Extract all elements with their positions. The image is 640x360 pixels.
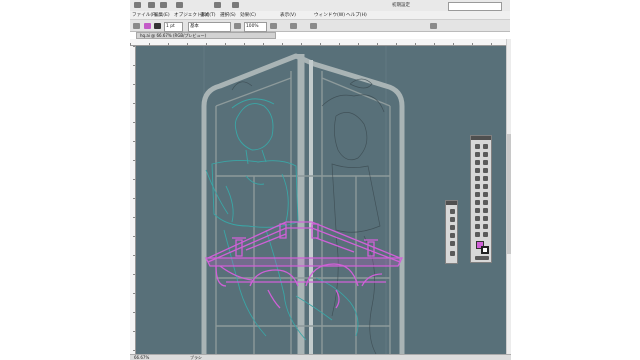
perspective-grid-tool-icon[interactable] xyxy=(483,208,488,213)
blob-brush-tool-icon[interactable] xyxy=(475,184,480,189)
brushes-panel xyxy=(445,200,458,264)
menu-view[interactable]: 表示(V) xyxy=(280,12,296,18)
document-tab[interactable]: hq.ai @ 66.67% (RGB/プレビュー) xyxy=(136,32,276,39)
screen-mode-button-icon[interactable] xyxy=(475,256,489,260)
dark-sketch xyxy=(231,78,385,354)
search-input[interactable] xyxy=(448,2,502,11)
zoom-level[interactable]: 66.67% xyxy=(134,355,149,360)
layout-icon[interactable] xyxy=(232,2,239,8)
hand-tool-icon[interactable] xyxy=(475,232,480,237)
grid-icon[interactable] xyxy=(214,2,221,8)
layers-icon[interactable] xyxy=(450,251,455,256)
ai-logo-icon xyxy=(134,2,141,8)
menu-type[interactable]: 書式(T) xyxy=(200,12,216,18)
brush-icon[interactable] xyxy=(450,209,455,214)
menu-select[interactable]: 選択(S) xyxy=(220,12,236,18)
stroke-color-swatch[interactable] xyxy=(481,246,489,254)
control-bar: 1 pt 基本 100% xyxy=(130,20,510,32)
paintbrush-tool-icon[interactable] xyxy=(475,176,480,181)
free-transform-tool-icon[interactable] xyxy=(483,200,488,205)
status-bar: 66.67% ブラシ xyxy=(130,354,511,360)
menu-help[interactable]: ヘルプ(H) xyxy=(346,12,367,18)
color-icon[interactable] xyxy=(450,241,455,246)
vertical-scrollbar[interactable] xyxy=(506,39,511,354)
application-bar: 初期設定 xyxy=(130,0,510,11)
scrollbar-thumb[interactable] xyxy=(507,134,511,254)
pencil-tool-icon[interactable] xyxy=(483,176,488,181)
magenta-fill xyxy=(206,258,402,266)
menu-bar: ファイル(F) 編集(E) オブジェクト(O) 書式(T) 選択(S) 効果(C… xyxy=(130,11,510,20)
selection-tool-icon[interactable] xyxy=(475,144,480,149)
menu-window[interactable]: ウィンドウ(W) xyxy=(314,12,345,18)
graphic-style-icon[interactable] xyxy=(450,225,455,230)
direct-selection-tool-icon[interactable] xyxy=(483,144,488,149)
line-tool-icon[interactable] xyxy=(475,168,480,173)
stroke-swatch[interactable] xyxy=(154,23,161,29)
bridge-icon[interactable] xyxy=(148,2,155,8)
magic-wand-tool-icon[interactable] xyxy=(475,152,480,157)
selection-tool-indicator-icon xyxy=(133,23,140,29)
panel-title-bar[interactable] xyxy=(446,201,457,205)
screen-mode-icon[interactable] xyxy=(176,2,183,8)
pen-tool-icon[interactable] xyxy=(475,160,480,165)
shape-builder-tool-icon[interactable] xyxy=(475,208,480,213)
menu-effect[interactable]: 効果(C) xyxy=(240,12,256,18)
menu-edit[interactable]: 編集(E) xyxy=(154,12,170,18)
zoom-tool-icon[interactable] xyxy=(483,232,488,237)
menu-file[interactable]: ファイル(F) xyxy=(132,12,157,18)
panel-menu-icon[interactable] xyxy=(430,23,437,29)
eraser-tool-icon[interactable] xyxy=(483,184,488,189)
style-swatch[interactable] xyxy=(270,23,277,29)
lasso-tool-icon[interactable] xyxy=(483,152,488,157)
brush-definition-select[interactable]: 基本 xyxy=(188,22,231,32)
rectangle-tool-icon[interactable] xyxy=(483,168,488,173)
opacity-field[interactable]: 100% xyxy=(244,22,267,32)
horizontal-ruler[interactable] xyxy=(130,39,506,46)
eyedropper-tool-icon[interactable] xyxy=(475,224,480,229)
align-icon[interactable] xyxy=(290,23,297,29)
transform-icon[interactable] xyxy=(310,23,317,29)
current-tool-status: ブラシ xyxy=(190,355,202,360)
swatch-icon[interactable] xyxy=(450,233,455,238)
tools-panel xyxy=(470,135,492,263)
type-tool-icon[interactable] xyxy=(483,160,488,165)
mesh-tool-icon[interactable] xyxy=(475,216,480,221)
width-tool-icon[interactable] xyxy=(475,200,480,205)
fill-swatch[interactable] xyxy=(144,23,151,29)
blend-tool-icon[interactable] xyxy=(483,224,488,229)
stroke-weight-field[interactable]: 1 pt xyxy=(164,22,183,32)
arrange-docs-icon[interactable] xyxy=(160,2,167,8)
tools-title-bar[interactable] xyxy=(471,136,491,140)
symbol-icon[interactable] xyxy=(450,217,455,222)
scale-tool-icon[interactable] xyxy=(483,192,488,197)
workspace-switcher[interactable]: 初期設定 xyxy=(392,2,410,8)
opacity-label-icon xyxy=(234,23,241,29)
gradient-tool-icon[interactable] xyxy=(483,216,488,221)
rotate-tool-icon[interactable] xyxy=(475,192,480,197)
